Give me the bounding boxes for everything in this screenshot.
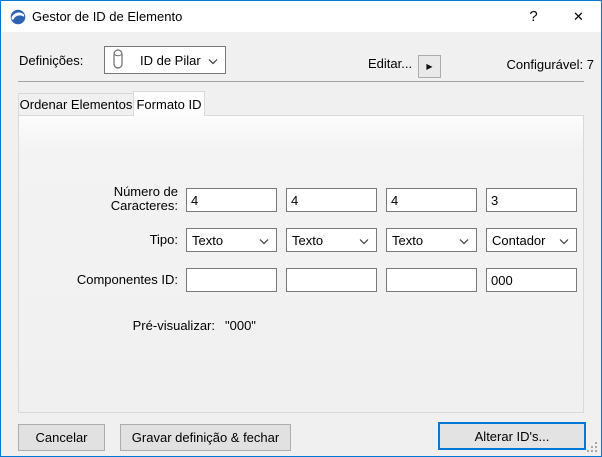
title-bar: Gestor de ID de Elemento ? ✕ [1, 1, 601, 32]
type-dropdown-3[interactable]: Texto [386, 228, 477, 252]
preset-dropdown[interactable]: ID de Pilar [104, 46, 226, 74]
chevron-down-icon [208, 53, 218, 68]
resize-grip[interactable] [585, 440, 598, 453]
preview-label: Pré-visualizar: [132, 318, 215, 333]
tab-ordenar-elementos[interactable]: Ordenar Elementos [18, 93, 134, 116]
num-chars-label: Número de Caracteres: [110, 184, 178, 213]
type-value: Texto [292, 232, 324, 248]
component-input-2[interactable] [286, 268, 377, 292]
app-logo-icon [10, 9, 26, 25]
cancel-button-label: Cancelar [35, 430, 88, 445]
play-icon: ▶ [426, 62, 433, 71]
cancel-button[interactable]: Cancelar [18, 424, 105, 451]
num-chars-input-2[interactable] [286, 188, 377, 212]
chevron-down-icon [359, 233, 369, 248]
formato-id-panel: Número de Caracteres: Tipo: Texto Texto … [18, 115, 584, 413]
settings-label: Definições: [19, 53, 84, 68]
type-label: Tipo: [149, 232, 178, 247]
save-definition-close-button[interactable]: Gravar definição & fechar [120, 424, 291, 451]
window-title: Gestor de ID de Elemento [32, 9, 183, 24]
tab-label: Formato ID [136, 96, 202, 112]
column-icon [113, 48, 123, 72]
num-chars-input-3[interactable] [386, 188, 477, 212]
type-dropdown-2[interactable]: Texto [286, 228, 377, 252]
tab-label: Ordenar Elementos [19, 97, 133, 112]
edit-flyout-button[interactable]: ▶ [418, 55, 441, 78]
chevron-down-icon [259, 233, 269, 248]
component-input-3[interactable] [386, 268, 477, 292]
change-ids-button-label: Alterar ID's... [474, 428, 550, 444]
tab-formato-id[interactable]: Formato ID [133, 91, 205, 116]
preview-value: "000" [225, 318, 256, 333]
num-chars-input-1[interactable] [186, 188, 277, 212]
edit-label: Editar... [368, 56, 413, 71]
type-dropdown-4[interactable]: Contador [486, 228, 577, 252]
header-separator [18, 81, 584, 82]
dialog-window: Gestor de ID de Elemento ? ✕ Definições:… [0, 0, 602, 457]
chevron-down-icon [559, 233, 569, 248]
component-input-1[interactable] [186, 268, 277, 292]
component-input-4[interactable] [486, 268, 577, 292]
preset-value: ID de Pilar [140, 52, 201, 68]
num-chars-input-4[interactable] [486, 188, 577, 212]
chevron-down-icon [459, 233, 469, 248]
type-value: Contador [492, 232, 546, 248]
type-dropdown-1[interactable]: Texto [186, 228, 277, 252]
components-label: Componentes ID: [76, 272, 178, 287]
close-button[interactable]: ✕ [556, 1, 601, 32]
configurable-count: Configurável: 7 [506, 57, 594, 72]
save-button-label: Gravar definição & fechar [131, 430, 280, 445]
help-button[interactable]: ? [511, 1, 556, 32]
type-value: Texto [192, 232, 224, 248]
type-value: Texto [392, 232, 424, 248]
change-ids-button[interactable]: Alterar ID's... [438, 422, 586, 450]
